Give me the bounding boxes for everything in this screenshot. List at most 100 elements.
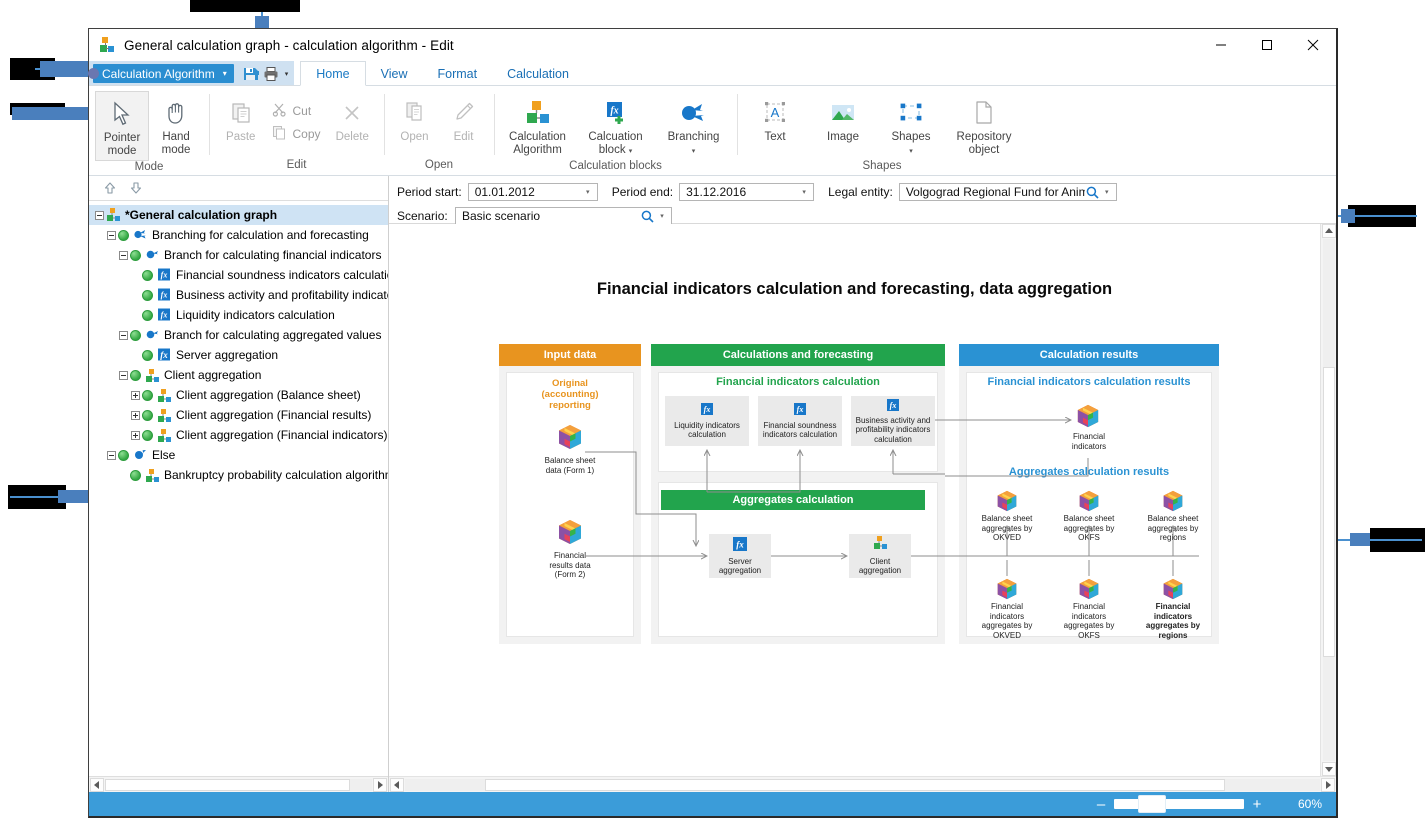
hand-mode-button[interactable]: Handmode: [149, 91, 203, 159]
tree-hscroll-thumb[interactable]: [105, 779, 350, 791]
tree-item-client-aggregation-balance-sheet[interactable]: Client aggregation (Balance sheet): [89, 385, 388, 405]
arrow-up-icon[interactable]: [103, 181, 117, 195]
period-start-input[interactable]: 01.01.2012 ▾: [468, 183, 598, 201]
scroll-up-button[interactable]: [1322, 224, 1336, 238]
tab-calculation[interactable]: Calculation: [492, 61, 584, 86]
chevron-down-icon[interactable]: ▾: [655, 212, 669, 220]
paste-button[interactable]: Paste: [215, 91, 266, 146]
tree-item-client-aggregation-financial-results[interactable]: Client aggregation (Financial results): [89, 405, 388, 425]
shapes-button[interactable]: Shapes▾: [880, 91, 942, 160]
calculation-algorithm-menu-button[interactable]: Calculation Algorithm ▾: [93, 64, 234, 83]
zoom-slider-thumb[interactable]: [1138, 795, 1166, 813]
pointer-mode-button[interactable]: Pointermode: [95, 91, 149, 161]
canvas-vertical-scrollbar[interactable]: [1320, 224, 1336, 776]
tab-home[interactable]: Home: [300, 61, 365, 86]
tree-hscroll-track[interactable]: [105, 779, 372, 791]
tree-item-liquidity-indicators-calc[interactable]: fx Liquidity indicators calculation: [89, 305, 388, 325]
balance-aggregates-okved-cube: [995, 490, 1019, 517]
scroll-left-button[interactable]: [90, 778, 104, 792]
hand-mode-label: Handmode: [162, 130, 191, 157]
text-button[interactable]: A Text: [744, 91, 806, 146]
chevron-down-icon[interactable]: ▾: [692, 148, 696, 155]
period-end-input[interactable]: 31.12.2016 ▾: [679, 183, 814, 201]
image-button[interactable]: Image: [812, 91, 874, 146]
minimize-button[interactable]: [1198, 29, 1244, 61]
tree-item-business-activity-calc[interactable]: fx Business activity and profitability i…: [89, 285, 388, 305]
tree-item-client-aggregation-financial-indicators[interactable]: Client aggregation (Financial indicators…: [89, 425, 388, 445]
expander-icon[interactable]: [105, 229, 118, 242]
chevron-down-icon[interactable]: ▾: [629, 148, 633, 155]
callout-tree-tab: [58, 490, 88, 503]
magnifier-icon[interactable]: [640, 210, 655, 223]
node-liquidity-indicators-calculation[interactable]: fx Liquidity indicatorscalculation: [665, 396, 749, 446]
expander-icon[interactable]: [117, 249, 130, 262]
balance-aggregates-okved-label: Balance sheetaggregates byOKVED: [967, 514, 1047, 543]
zoom-out-button[interactable]: –: [1088, 796, 1114, 813]
expander-icon[interactable]: [129, 409, 142, 422]
diagram-canvas[interactable]: Financial indicators calculation and for…: [389, 224, 1320, 776]
fx-plain-icon: fx: [157, 348, 172, 363]
tree-item-general-calculation-graph[interactable]: *General calculation graph: [89, 205, 388, 225]
delete-button[interactable]: Delete: [327, 91, 378, 146]
chevron-down-icon[interactable]: ▾: [1100, 188, 1114, 196]
aggregates-calculation-band: Aggregates calculation: [661, 490, 925, 510]
node-business-activity-profitability-calculation[interactable]: fx Business activity andprofitability in…: [851, 396, 935, 446]
zoom-in-button[interactable]: +: [1244, 796, 1270, 813]
tree-item-server-aggregation[interactable]: fx Server aggregation: [89, 345, 388, 365]
legal-entity-input[interactable]: Volgograd Regional Fund for Animal ' ▾: [899, 183, 1117, 201]
canvas-vscroll-track[interactable]: [1323, 239, 1335, 761]
canvas-hscroll-thumb[interactable]: [485, 779, 1225, 791]
tree-item-financial-soundness-calc[interactable]: fx Financial soundness indicators calcul…: [89, 265, 388, 285]
expander-icon[interactable]: [129, 389, 142, 402]
fin-indicators-aggregates-okfs-label: Financialindicatorsaggregates byOKFS: [1049, 602, 1129, 640]
tree-item-branching-for-calculation[interactable]: Branching for calculation and forecastin…: [89, 225, 388, 245]
arrow-down-icon[interactable]: [129, 181, 143, 195]
quick-access-more-icon[interactable]: ▾: [285, 70, 289, 78]
cut-button[interactable]: Cut: [266, 99, 326, 122]
scroll-down-button[interactable]: [1322, 762, 1336, 776]
scroll-right-button[interactable]: [373, 778, 387, 792]
canvas-horizontal-scrollbar[interactable]: [389, 776, 1336, 792]
tree-item-else[interactable]: Else: [89, 445, 388, 465]
tree-horizontal-scrollbar[interactable]: [89, 776, 388, 792]
tab-view[interactable]: View: [366, 61, 423, 86]
scissors-icon: [272, 102, 287, 120]
print-icon[interactable]: [263, 66, 279, 82]
expander-icon[interactable]: [117, 329, 130, 342]
chevron-down-icon[interactable]: ▾: [909, 148, 913, 155]
canvas-vscroll-thumb[interactable]: [1323, 367, 1335, 657]
canvas-hscroll-track[interactable]: [405, 779, 1320, 791]
branching-button[interactable]: Branching▾: [658, 91, 730, 160]
node-server-aggregation[interactable]: fx Serveraggregation: [709, 534, 771, 578]
tree-item-client-aggregation[interactable]: Client aggregation: [89, 365, 388, 385]
save-icon[interactable]: [243, 66, 260, 82]
canvas-scroll-right-button[interactable]: [1321, 778, 1335, 792]
expander-icon[interactable]: [105, 449, 118, 462]
calculation-graph-tree[interactable]: *General calculation graph Branching for…: [89, 201, 388, 776]
status-dot: [142, 310, 153, 321]
input-section-title: Original(accounting)reporting: [506, 378, 634, 411]
repository-object-button[interactable]: Repositoryobject: [948, 91, 1020, 159]
canvas-scroll-left-button[interactable]: [390, 778, 404, 792]
expander-icon[interactable]: [129, 429, 142, 442]
tree-item-branch-financial-indicators[interactable]: Branch for calculating financial indicat…: [89, 245, 388, 265]
zoom-slider[interactable]: [1114, 799, 1244, 809]
chevron-down-icon[interactable]: ▾: [581, 188, 595, 196]
tab-format[interactable]: Format: [422, 61, 492, 86]
calculation-block-button[interactable]: fx Calcuationblock ▾: [580, 91, 652, 160]
copy-button[interactable]: Copy: [266, 122, 326, 145]
edit-button[interactable]: Edit: [439, 91, 488, 146]
scenario-input[interactable]: Basic scenario ▾: [455, 207, 672, 225]
expander-icon[interactable]: [93, 209, 106, 222]
chevron-down-icon[interactable]: ▾: [797, 188, 811, 196]
open-button[interactable]: Open: [390, 91, 439, 146]
node-client-aggregation[interactable]: Client aggregation: [849, 534, 911, 578]
expander-icon[interactable]: [117, 369, 130, 382]
close-button[interactable]: [1290, 29, 1336, 61]
calculation-algorithm-button[interactable]: CalculationAlgorithm: [502, 91, 574, 159]
magnifier-icon[interactable]: [1085, 186, 1100, 199]
maximize-button[interactable]: [1244, 29, 1290, 61]
tree-item-bankruptcy-probability[interactable]: Bankruptcy probability calculation algor…: [89, 465, 388, 485]
node-financial-soundness-indicators-calculation[interactable]: fx Financial soundnessindicators calcula…: [758, 396, 842, 446]
tree-item-branch-aggregated-values[interactable]: Branch for calculating aggregated values: [89, 325, 388, 345]
